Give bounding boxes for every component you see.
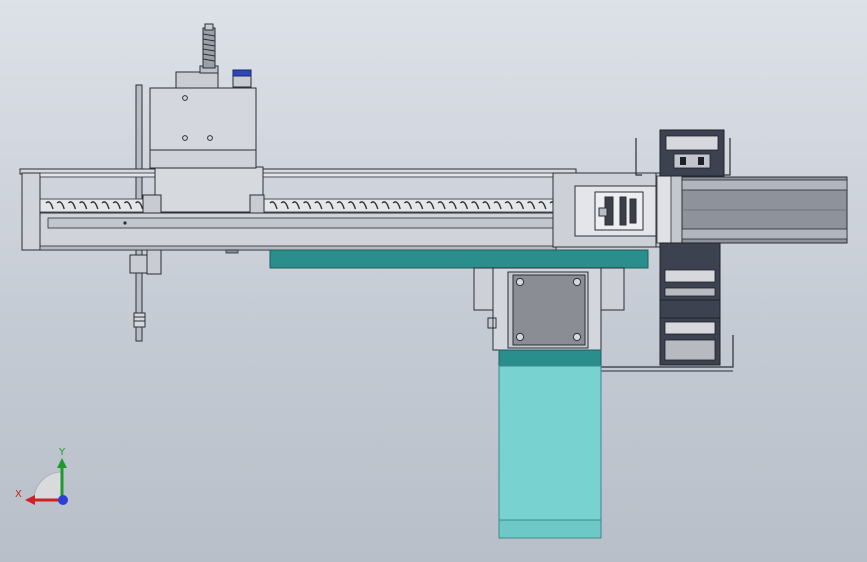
- coupling: [594, 191, 644, 231]
- ball-screw: [39, 198, 558, 213]
- base-plate: [225, 249, 649, 269]
- aluminum-extrusion: [681, 176, 848, 244]
- assembly-drawing: Y X: [15, 23, 848, 539]
- x-axis-head: [25, 495, 35, 505]
- y-axis-head: [57, 458, 67, 468]
- cad-viewport[interactable]: Y X: [0, 0, 867, 562]
- servo-motor: [473, 267, 625, 539]
- coordinate-triad: Y X: [15, 447, 68, 505]
- carriage: [142, 23, 265, 214]
- y-axis-label: Y: [58, 447, 66, 458]
- z-axis-dot: [58, 495, 68, 505]
- x-axis-label: X: [15, 489, 22, 500]
